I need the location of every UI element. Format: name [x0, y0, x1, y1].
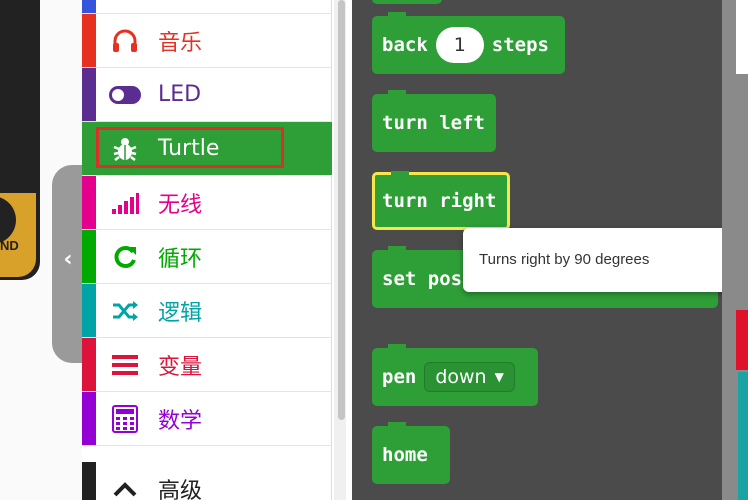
chevron-up-icon	[108, 474, 142, 500]
category-led[interactable]: LED	[82, 68, 332, 122]
category-advanced-label: 高级	[158, 478, 203, 500]
category-turtle-label: Turtle	[158, 136, 220, 161]
category-loops-label: 循环	[158, 246, 203, 272]
category-turtle[interactable]: Turtle	[82, 122, 332, 176]
shuffle-icon	[108, 296, 142, 326]
chevron-left-icon[interactable]: ‹	[56, 248, 80, 272]
category-music[interactable]: 音乐	[82, 14, 332, 68]
category-previous[interactable]	[82, 0, 332, 14]
calculator-icon	[108, 404, 142, 434]
category-math-label: 数学	[158, 408, 203, 434]
headphones-icon	[108, 26, 142, 56]
category-variables[interactable]: 变量	[82, 338, 332, 392]
toolbox-scroll-thumb[interactable]	[338, 0, 345, 420]
workspace-edge-white	[736, 0, 748, 74]
category-variables-label: 变量	[158, 354, 203, 380]
block-set-pos-label: set pos	[382, 268, 463, 290]
block-turn-left-label: turn left	[382, 112, 485, 134]
block-pen-label: pen	[382, 366, 417, 388]
block-back[interactable]: back 1 steps	[372, 12, 565, 74]
block-home[interactable]: home	[372, 422, 450, 484]
category-logic-label: 逻辑	[158, 300, 203, 326]
editor-stage: ND ‹ 音乐 LED Turtle 无线 循环 逻辑 变量 数学 高级 bac…	[0, 0, 748, 500]
category-music-label: 音乐	[158, 30, 203, 56]
category-advanced[interactable]: 高级	[82, 462, 332, 500]
category-logic[interactable]: 逻辑	[82, 284, 332, 338]
category-radio-label: 无线	[158, 192, 203, 218]
pen-dropdown[interactable]: down ▼	[424, 362, 515, 392]
block-back-suffix: steps	[491, 34, 549, 56]
workspace-edge-teal-block	[738, 372, 748, 500]
block-tooltip: Turns right by 90 degrees	[463, 228, 748, 292]
toggle-icon	[108, 80, 142, 110]
category-math[interactable]: 数学	[82, 392, 332, 446]
signal-bars-icon	[108, 188, 142, 218]
board-gnd-label: ND	[0, 238, 19, 253]
block-pen[interactable]: pen down ▼	[372, 344, 538, 406]
toolbox: 音乐 LED Turtle 无线 循环 逻辑 变量 数学 高级	[82, 0, 332, 500]
block-turn-left[interactable]: turn left	[372, 90, 496, 152]
category-led-label: LED	[158, 82, 202, 107]
caret-down-icon: ▼	[494, 370, 504, 384]
workspace-edge-red-block	[736, 310, 748, 370]
lines-icon	[108, 350, 142, 380]
block-previous[interactable]	[372, 0, 442, 4]
refresh-icon	[108, 242, 142, 272]
block-back-steps-input[interactable]: 1	[435, 27, 484, 63]
block-turn-right-label: turn right	[382, 190, 497, 212]
block-back-label: back	[382, 34, 428, 56]
category-loops[interactable]: 循环	[82, 230, 332, 284]
block-turn-right[interactable]: turn right	[372, 171, 510, 230]
category-radio[interactable]: 无线	[82, 176, 332, 230]
pen-dropdown-value: down	[435, 366, 487, 388]
block-home-label: home	[382, 444, 428, 466]
bug-icon	[108, 134, 142, 164]
